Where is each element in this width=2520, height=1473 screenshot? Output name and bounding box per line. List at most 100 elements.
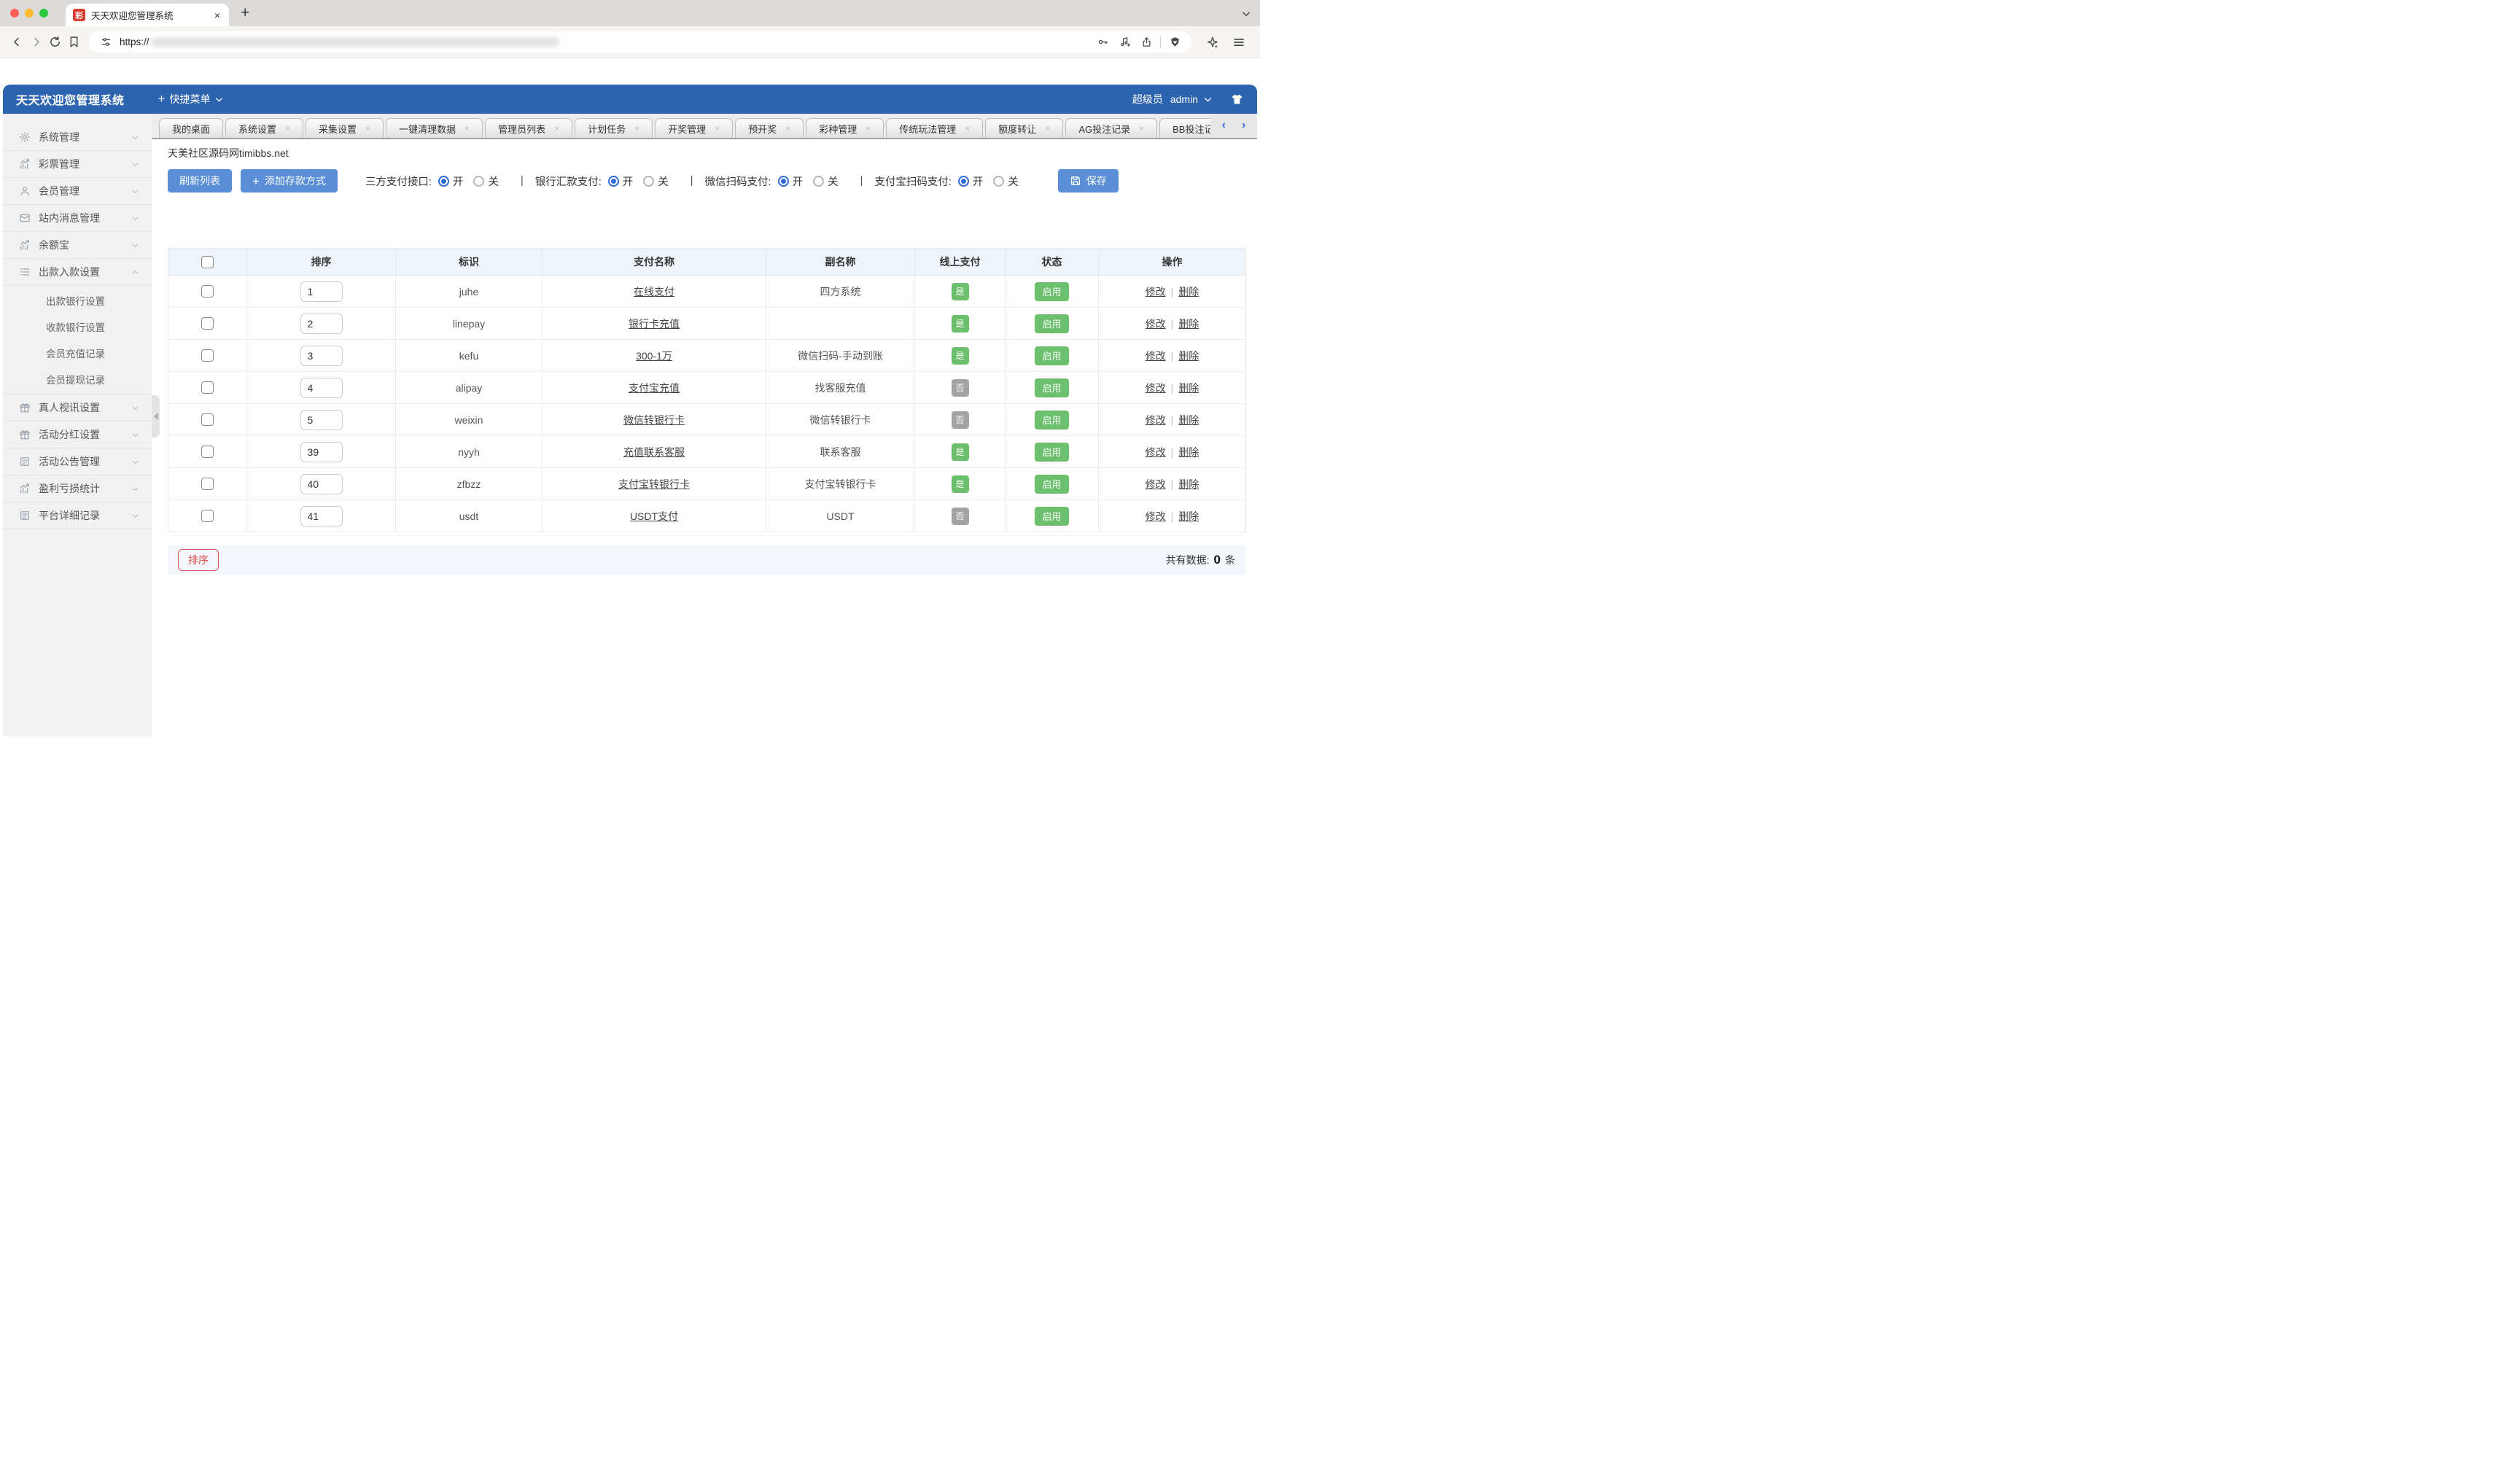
app-tab[interactable]: 开奖管理 × <box>655 118 734 138</box>
delete-link[interactable]: 删除 <box>1178 318 1199 330</box>
browser-tab[interactable]: 彩 天天欢迎您管理系统 × <box>66 4 229 26</box>
select-all-checkbox[interactable] <box>201 255 214 268</box>
window-zoom-button[interactable] <box>39 9 48 18</box>
radio-off[interactable] <box>643 175 655 187</box>
app-tab[interactable]: 采集设置 × <box>306 118 384 138</box>
window-minimize-button[interactable] <box>25 9 34 18</box>
row-checkbox[interactable] <box>201 413 214 427</box>
delete-link[interactable]: 删除 <box>1178 414 1199 426</box>
sidebar-item[interactable]: 站内消息管理 <box>3 205 152 232</box>
payment-name-link[interactable]: 充值联系客服 <box>623 446 685 458</box>
radio-on[interactable] <box>438 175 449 187</box>
menu-icon[interactable] <box>1229 33 1248 52</box>
share-icon[interactable] <box>1138 34 1154 50</box>
app-tab[interactable]: 管理员列表 × <box>485 118 573 138</box>
brave-shields-icon[interactable] <box>1167 34 1183 50</box>
sidebar-collapse-handle[interactable] <box>152 395 160 438</box>
sort-order-input[interactable] <box>300 441 343 462</box>
refresh-list-button[interactable]: 刷新列表 <box>168 169 232 193</box>
app-tab[interactable]: 我的桌面 <box>159 118 224 138</box>
radio-off[interactable] <box>473 175 485 187</box>
radio-on[interactable] <box>957 175 969 187</box>
row-checkbox[interactable] <box>201 381 214 395</box>
sidebar-item[interactable]: 余额宝 <box>3 232 152 259</box>
tab-scroll-right-icon[interactable]: › <box>1242 119 1245 132</box>
forward-icon[interactable] <box>26 33 45 52</box>
payment-name-link[interactable]: 支付宝转银行卡 <box>618 478 690 490</box>
row-checkbox[interactable] <box>201 478 214 491</box>
delete-link[interactable]: 删除 <box>1178 286 1199 298</box>
sort-order-input[interactable] <box>300 473 343 494</box>
sort-order-input[interactable] <box>300 281 343 302</box>
sidebar-item[interactable]: 平台详细记录 <box>3 502 152 529</box>
tab-close-icon[interactable]: × <box>285 123 290 133</box>
app-tab[interactable]: AG投注记录 × <box>1065 118 1158 138</box>
tab-close-icon[interactable]: × <box>1139 123 1144 133</box>
app-tab[interactable]: 预开奖 × <box>735 118 804 138</box>
tab-close-icon[interactable]: × <box>1045 123 1050 133</box>
delete-link[interactable]: 删除 <box>1178 478 1199 490</box>
sidebar-item[interactable]: 会员管理 <box>3 178 152 205</box>
tab-close-icon[interactable]: × <box>715 123 720 133</box>
sidebar-item[interactable]: 盈利亏损统计 <box>3 475 152 502</box>
app-tab[interactable]: 额度转让 × <box>985 118 1064 138</box>
delete-link[interactable]: 删除 <box>1178 350 1199 362</box>
row-checkbox[interactable] <box>201 285 214 298</box>
quick-menu-button[interactable]: + 快捷菜单 <box>158 92 225 106</box>
tab-close-icon[interactable]: × <box>785 123 790 133</box>
tab-close-icon[interactable]: × <box>365 123 370 133</box>
sort-order-input[interactable] <box>300 313 343 334</box>
address-bar[interactable]: https:// <box>89 31 1191 53</box>
save-button[interactable]: 保存 <box>1057 169 1119 193</box>
key-icon[interactable] <box>1094 34 1111 50</box>
edit-link[interactable]: 修改 <box>1146 382 1166 394</box>
tab-scroll-left-icon[interactable]: ‹ <box>1222 119 1226 132</box>
new-tab-button[interactable]: + <box>241 5 249 20</box>
window-close-button[interactable] <box>10 9 19 18</box>
site-settings-icon[interactable] <box>98 34 114 50</box>
sort-order-input[interactable] <box>300 505 343 526</box>
row-checkbox[interactable] <box>201 349 214 362</box>
back-icon[interactable] <box>7 33 26 52</box>
media-note-icon[interactable] <box>1116 34 1132 50</box>
radio-on[interactable] <box>777 175 789 187</box>
row-checkbox[interactable] <box>201 510 214 523</box>
sort-order-input[interactable] <box>300 409 343 430</box>
sidebar-item[interactable]: 彩票管理 <box>3 151 152 178</box>
delete-link[interactable]: 删除 <box>1178 446 1199 458</box>
radio-on[interactable] <box>607 175 619 187</box>
sidebar-subitem[interactable]: 会员充值记录 <box>3 340 152 366</box>
radio-off[interactable] <box>813 175 825 187</box>
sort-order-input[interactable] <box>300 377 343 398</box>
reload-icon[interactable] <box>45 33 64 52</box>
edit-link[interactable]: 修改 <box>1146 478 1166 490</box>
payment-name-link[interactable]: 在线支付 <box>634 286 674 298</box>
tab-close-icon[interactable]: × <box>554 123 559 133</box>
edit-link[interactable]: 修改 <box>1146 318 1166 330</box>
sort-order-input[interactable] <box>300 345 343 366</box>
tab-close-icon[interactable]: × <box>634 123 639 133</box>
sidebar-item[interactable]: 系统管理 <box>3 124 152 151</box>
delete-link[interactable]: 删除 <box>1178 382 1199 394</box>
sidebar-subitem[interactable]: 收款银行设置 <box>3 314 152 340</box>
edit-link[interactable]: 修改 <box>1146 510 1166 522</box>
app-tab[interactable]: 彩种管理 × <box>806 118 884 138</box>
tab-close-icon[interactable]: × <box>866 123 871 133</box>
sidebar-item[interactable]: 活动分红设置 <box>3 421 152 448</box>
sort-button[interactable]: 排序 <box>178 549 219 571</box>
theme-shirt-icon[interactable] <box>1230 93 1244 106</box>
edit-link[interactable]: 修改 <box>1146 414 1166 426</box>
radio-off[interactable] <box>993 175 1005 187</box>
app-tab[interactable]: 一键清理数据 × <box>386 118 483 138</box>
add-payment-method-button[interactable]: + 添加存款方式 <box>241 169 338 193</box>
tab-search-chevron-icon[interactable] <box>1241 9 1251 19</box>
edit-link[interactable]: 修改 <box>1146 446 1166 458</box>
user-menu[interactable]: admin <box>1170 93 1213 105</box>
sidebar-subitem[interactable]: 会员提现记录 <box>3 366 152 392</box>
tab-close-icon[interactable]: × <box>965 123 970 133</box>
payment-name-link[interactable]: 微信转银行卡 <box>623 414 685 426</box>
leo-sparkle-icon[interactable] <box>1203 33 1222 52</box>
payment-name-link[interactable]: 300-1万 <box>636 350 672 362</box>
row-checkbox[interactable] <box>201 317 214 330</box>
app-tab[interactable]: 计划任务 × <box>575 118 653 138</box>
